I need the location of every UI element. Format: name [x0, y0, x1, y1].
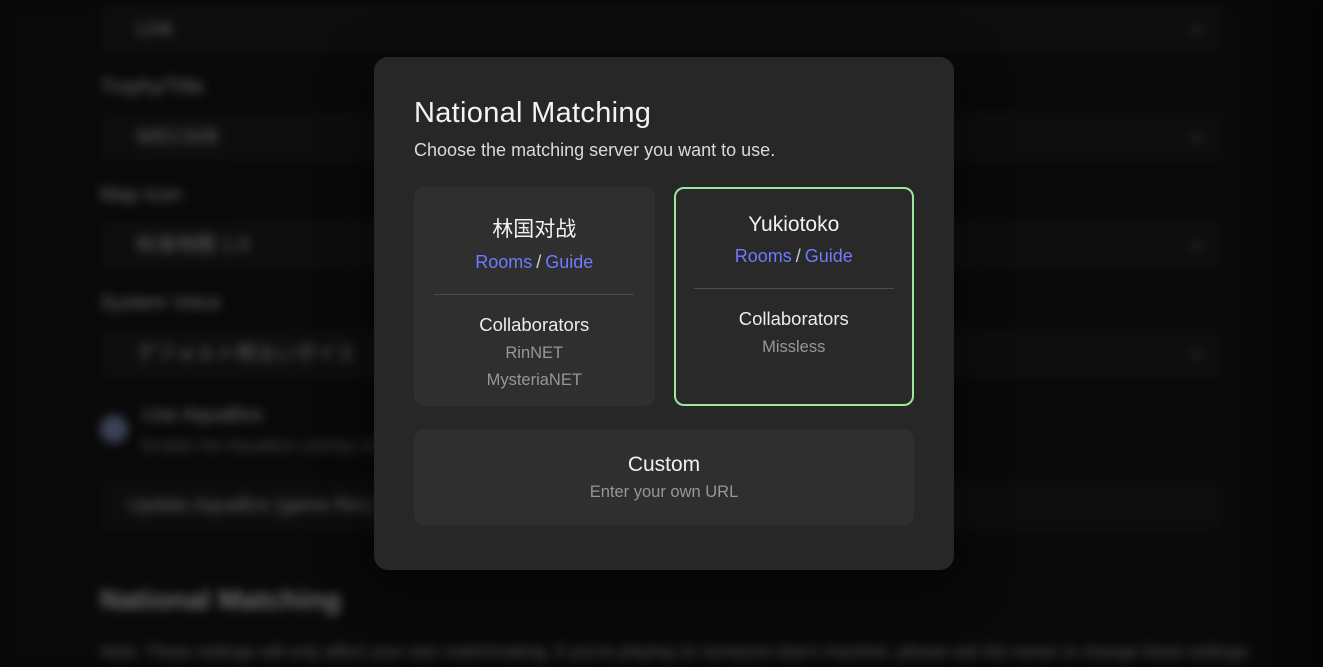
custom-card-title: Custom — [628, 453, 700, 477]
guide-link[interactable]: Guide — [805, 246, 853, 266]
custom-server-card[interactable]: Custom Enter your own URL — [414, 429, 914, 525]
collaborator: MysteriaNET — [416, 367, 653, 394]
server-card-linguo[interactable]: 林国对战 Rooms/Guide Collaborators RinNET My… — [414, 187, 655, 406]
server-card-yukiotoko[interactable]: Yukiotoko Rooms/Guide Collaborators Miss… — [674, 187, 915, 406]
collaborators-label: Collaborators — [676, 308, 913, 330]
modal-subtitle: Choose the matching server you want to u… — [414, 140, 914, 161]
card-divider — [694, 288, 894, 289]
collaborators-label: Collaborators — [416, 314, 653, 336]
rooms-link[interactable]: Rooms — [735, 246, 792, 266]
link-separator: / — [536, 252, 541, 272]
server-name: Yukiotoko — [676, 213, 913, 237]
national-matching-modal: National Matching Choose the matching se… — [374, 57, 954, 570]
collaborator: Missless — [676, 334, 913, 361]
rooms-link[interactable]: Rooms — [475, 252, 532, 272]
collaborators-list: Missless — [676, 334, 913, 361]
modal-title: National Matching — [414, 97, 914, 130]
collaborator: RinNET — [416, 340, 653, 367]
guide-link[interactable]: Guide — [545, 252, 593, 272]
collaborators-list: RinNET MysteriaNET — [416, 340, 653, 393]
card-divider — [434, 294, 634, 295]
custom-card-subtitle: Enter your own URL — [590, 483, 739, 502]
link-separator: / — [796, 246, 801, 266]
server-options: 林国对战 Rooms/Guide Collaborators RinNET My… — [414, 187, 914, 406]
server-links: Rooms/Guide — [676, 246, 913, 267]
server-links: Rooms/Guide — [416, 252, 653, 273]
server-name: 林国对战 — [416, 213, 653, 243]
screen: Link Trophy/Title WECS08 Map Icon 标准地图 1… — [0, 0, 1323, 667]
